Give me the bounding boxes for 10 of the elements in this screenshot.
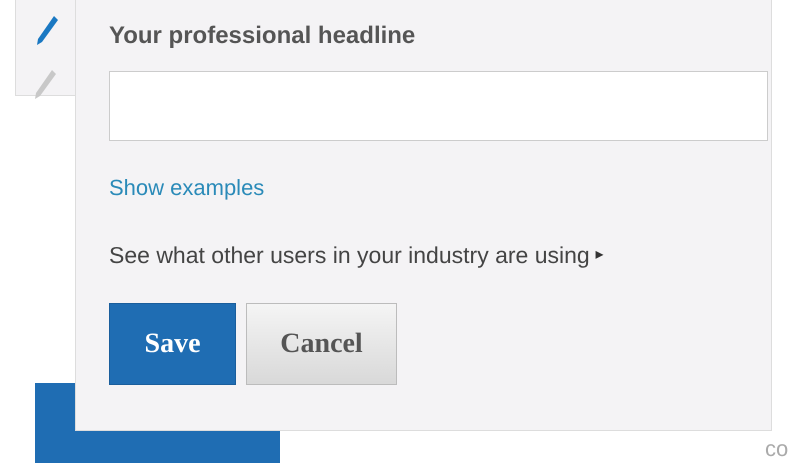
show-examples-link[interactable]: Show examples [109, 171, 767, 204]
pencil-icon [32, 68, 58, 102]
save-button[interactable]: Save [109, 302, 236, 384]
field-label: Your professional headline [109, 21, 416, 51]
edit-tab[interactable] [15, 0, 77, 96]
hint-text: See what other users in your industry are using [109, 241, 590, 270]
page-text: co [765, 435, 788, 463]
headline-field[interactable] [109, 71, 768, 141]
cancel-button[interactable]: Cancel [246, 302, 397, 384]
arrow-link[interactable]: ▸ [596, 243, 604, 268]
